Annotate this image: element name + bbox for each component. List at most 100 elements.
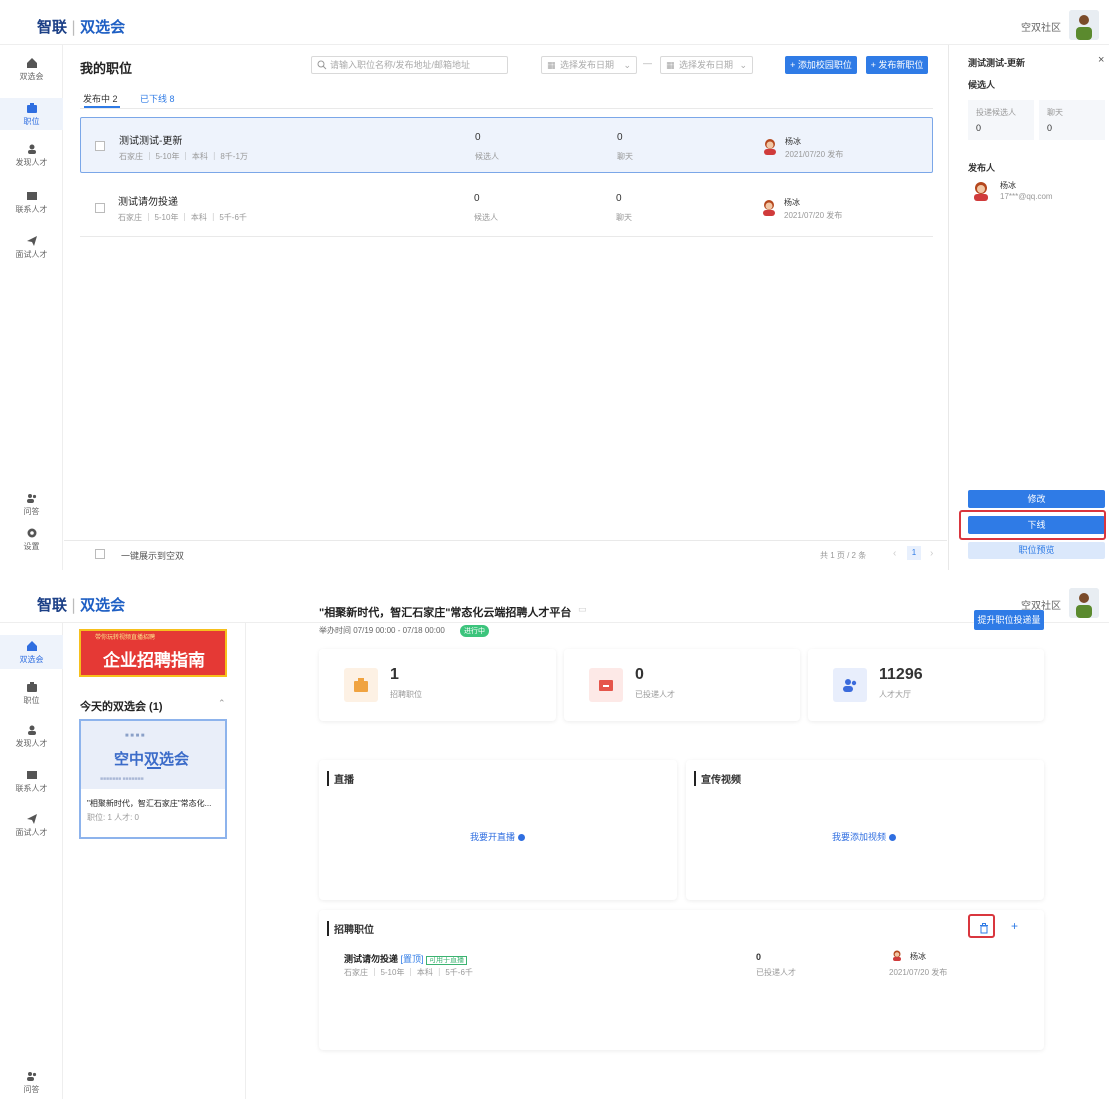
- preview-button[interactable]: 职位预览: [968, 542, 1105, 559]
- stat-card-applied: 0 已投递人才: [564, 649, 800, 721]
- home-icon: [26, 58, 37, 68]
- sidebar-item-qa[interactable]: 问答: [0, 492, 63, 518]
- job-name[interactable]: 测试测试-更新: [119, 132, 182, 147]
- fair-card-cover: ■ ■ ■ ■ 空中双选会 ■■■■■■■ ■■■■■■■: [81, 721, 225, 789]
- publish-job-button[interactable]: + 发布新职位: [866, 56, 928, 74]
- sidebar-item-fair[interactable]: 双选会: [0, 57, 63, 87]
- sidebar-item-settings[interactable]: 设置: [0, 527, 63, 553]
- close-icon[interactable]: ×: [1098, 54, 1104, 66]
- boost-button[interactable]: 提升职位投递量: [974, 610, 1044, 630]
- publisher-name: 杨冰: [910, 952, 926, 961]
- candidate-count: 0: [475, 132, 481, 143]
- pager-summary: 共 1 页 / 2 条: [820, 551, 867, 560]
- pager-prev[interactable]: ‹: [893, 548, 896, 559]
- sidebar-item-fair[interactable]: 双选会: [0, 635, 63, 669]
- page-title: 我的职位: [80, 61, 133, 76]
- search-input[interactable]: 请输入职位名称/发布地址/邮箱地址: [311, 56, 508, 74]
- briefcase-icon: [26, 682, 37, 692]
- sidebar-item-jobs[interactable]: 职位: [0, 681, 63, 711]
- job-name[interactable]: 测试请勿投递: [118, 193, 178, 208]
- pager-next[interactable]: ›: [930, 548, 933, 559]
- chat-label: 聊天: [617, 152, 633, 161]
- publisher-heading: 发布人: [968, 163, 996, 173]
- tab-offline[interactable]: 已下线 8: [140, 92, 175, 105]
- briefcase-icon: [354, 678, 368, 692]
- sidebar-item-qa[interactable]: 问答: [0, 1070, 63, 1096]
- chevron-down-icon: ⌄: [623, 60, 631, 70]
- row-checkbox[interactable]: [95, 141, 105, 151]
- send-icon: [26, 814, 37, 824]
- fair-card[interactable]: ■ ■ ■ ■ 空中双选会 ■■■■■■■ ■■■■■■■ "相聚新时代，智汇石…: [79, 719, 227, 839]
- search-icon: [317, 60, 327, 70]
- publisher-avatar: [893, 950, 901, 961]
- publisher-avatar: [763, 200, 775, 216]
- inbox-icon: [599, 680, 613, 691]
- event-title: "相聚新时代，智汇石家庄"常态化云端招聘人才平台: [319, 607, 572, 619]
- sidebar-item-discover[interactable]: 发现人才: [0, 724, 63, 754]
- sidebar-item-contact[interactable]: 联系人才: [0, 190, 63, 220]
- community-link[interactable]: 空双社区: [1021, 19, 1061, 34]
- stat-applicants: 投递候选人 0: [968, 100, 1034, 140]
- start-live-link[interactable]: 我要开直播: [470, 830, 525, 843]
- job-row[interactable]: 测试请勿投递 石家庄 ｜ 5-10年 ｜ 本科 ｜ 5千-6千 0 候选人 0 …: [80, 181, 933, 235]
- job-meta: 石家庄 ｜ 5-10年 ｜ 本科 ｜ 8千-1万: [119, 152, 248, 161]
- highlight-box: [959, 510, 1106, 540]
- date-start-picker[interactable]: ▦ 选择发布日期 ⌄: [541, 56, 637, 74]
- jobs-card: 招聘职位 + 测试请勿投递 [置顶] 可用于直播 石家庄 ｜ 5-10年 ｜ 本…: [319, 910, 1044, 1050]
- fair-card-meta: 职位: 1 人才: 0: [87, 813, 140, 822]
- app-logo[interactable]: 智联 | 双选会: [37, 594, 125, 615]
- add-video-link[interactable]: 我要添加视频: [832, 830, 896, 843]
- group-icon: [843, 679, 857, 692]
- divider: [80, 108, 933, 109]
- row-checkbox[interactable]: [95, 203, 105, 213]
- info-icon: [888, 834, 896, 842]
- sidebar-item-discover[interactable]: 发现人才: [0, 143, 63, 173]
- job-row[interactable]: 测试测试-更新 石家庄 ｜ 5-10年 ｜ 本科 ｜ 8千-1万 0 候选人 0…: [80, 117, 933, 173]
- job-meta: 石家庄 ｜ 5-10年 ｜ 本科 ｜ 5千-6千: [118, 213, 247, 222]
- sidebar-item-interview[interactable]: 面试人才: [0, 813, 63, 843]
- divider: [80, 236, 933, 237]
- publisher-name: 杨冰: [785, 137, 801, 146]
- publisher-name: 杨冰: [784, 198, 800, 207]
- chat-label: 聊天: [616, 213, 632, 222]
- job-name[interactable]: 测试请勿投递 [置顶] 可用于直播: [344, 952, 468, 965]
- calendar-icon: ▦: [547, 60, 556, 70]
- candidates-heading: 候选人: [968, 80, 996, 90]
- user-avatar[interactable]: [1069, 10, 1099, 40]
- add-campus-job-button[interactable]: + 添加校园职位: [785, 56, 857, 74]
- app-logo[interactable]: 智联 | 双选会: [37, 16, 125, 37]
- collapse-icon[interactable]: ⌃: [218, 698, 226, 709]
- candidate-label: 候选人: [474, 213, 498, 222]
- today-fairs-title: 今天的双选会 (1): [80, 701, 163, 713]
- edit-icon[interactable]: ▭: [578, 604, 587, 615]
- show-all-checkbox[interactable]: [95, 549, 105, 559]
- chevron-down-icon: ⌄: [739, 60, 747, 70]
- pinned-tag: [置顶]: [400, 954, 424, 964]
- event-time: 举办时间 07/19 00:00 - 07/18 00:00: [319, 626, 445, 635]
- show-all-label: 一键展示到空双: [121, 551, 185, 561]
- publisher-avatar: [764, 139, 776, 155]
- live-ready-tag: 可用于直播: [426, 956, 468, 965]
- guide-banner[interactable]: 带你玩转视频直播招聘 企业招聘指南: [79, 629, 227, 677]
- date-range-separator: —: [643, 58, 652, 68]
- pager-page[interactable]: 1: [907, 546, 921, 560]
- sidebar-item-jobs[interactable]: 职位: [0, 98, 63, 130]
- date-end-picker[interactable]: ▦ 选择发布日期 ⌄: [660, 56, 753, 74]
- send-icon: [26, 236, 37, 246]
- user-avatar[interactable]: [1069, 588, 1099, 618]
- job-meta: 石家庄 ｜ 5-10年 ｜ 本科 ｜ 5千-6千: [344, 968, 473, 977]
- detail-title: 测试测试-更新: [968, 58, 1025, 68]
- sidebar-item-contact[interactable]: 联系人才: [0, 769, 63, 799]
- sidebar: 双选会 职位 发现人才 联系人才 面试人才 问答 设置: [0, 45, 63, 570]
- info-icon: [517, 834, 525, 842]
- candidate-label: 候选人: [475, 152, 499, 161]
- edit-button[interactable]: 修改: [968, 490, 1105, 508]
- tab-published[interactable]: 发布中 2: [83, 92, 118, 105]
- add-job-button[interactable]: +: [1011, 919, 1018, 933]
- sidebar-item-interview[interactable]: 面试人才: [0, 235, 63, 265]
- calendar-icon: ▦: [666, 60, 675, 70]
- fair-list-column: [64, 623, 246, 1099]
- top-header: 智联 | 双选会 空双社区: [0, 5, 1109, 45]
- person-icon: [27, 725, 36, 735]
- video-card: 宣传视频 我要添加视频: [686, 760, 1044, 900]
